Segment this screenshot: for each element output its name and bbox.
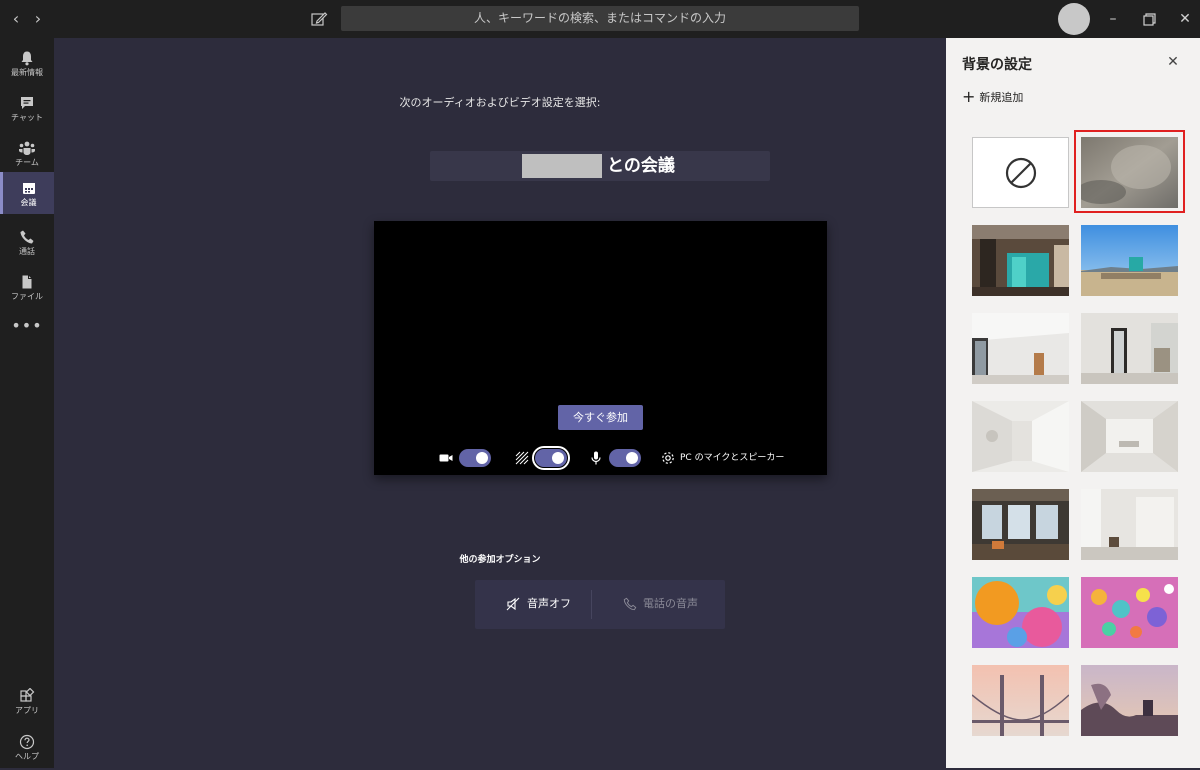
- plus-icon: +: [962, 87, 976, 106]
- background-option-balloons-pink[interactable]: [1081, 577, 1178, 648]
- other-join-options: 音声オフ 電話の音声: [475, 580, 725, 629]
- background-option-white-studio[interactable]: [1081, 489, 1178, 560]
- add-new-label: 新規追加: [979, 91, 1024, 104]
- background-option-white-room-2[interactable]: [1081, 313, 1178, 384]
- rail-item-activity[interactable]: 最新情報: [0, 44, 54, 86]
- video-preview: 今すぐ参加 PC のマイクとスピーカー: [374, 221, 827, 475]
- mic-toggle[interactable]: [609, 449, 641, 467]
- rail-label: チーム: [15, 158, 39, 167]
- microphone-icon: [591, 451, 601, 465]
- rail-label: 最新情報: [11, 68, 43, 77]
- phone-audio-option[interactable]: 電話の音声: [623, 596, 698, 612]
- rail-item-chat[interactable]: チャット: [0, 89, 54, 131]
- meeting-title-text: との会議: [607, 156, 675, 176]
- forward-arrow-icon[interactable]: ›: [28, 9, 48, 29]
- settings-prompt: 次のオーディオおよびビデオ設定を選択:: [399, 96, 601, 109]
- avatar[interactable]: [1058, 3, 1090, 35]
- background-option-fantasy-landscape[interactable]: [1081, 665, 1178, 736]
- background-option-office-loft[interactable]: [972, 225, 1069, 296]
- panel-title: 背景の設定: [962, 57, 1032, 73]
- rail-label: ヘルプ: [15, 752, 39, 761]
- join-now-button[interactable]: 今すぐ参加: [558, 405, 643, 430]
- rail-item-apps[interactable]: アプリ: [0, 682, 54, 724]
- app-rail: 最新情報 チャット チーム 会議 通話 ファイル ••• アプリ ヘルプ: [0, 38, 54, 768]
- maximize-icon[interactable]: [1139, 9, 1159, 29]
- search-input[interactable]: 人、キーワードの検索、またはコマンドの入力: [341, 6, 859, 31]
- audio-off-option[interactable]: 音声オフ: [505, 596, 571, 612]
- meeting-title: との会議: [430, 151, 770, 181]
- speaker-off-icon: [506, 597, 520, 611]
- device-settings-label[interactable]: PC のマイクとスピーカー: [680, 450, 784, 466]
- back-arrow-icon[interactable]: ‹: [6, 9, 26, 29]
- rail-item-files[interactable]: ファイル: [0, 268, 54, 310]
- rail-label: 通話: [19, 247, 35, 256]
- close-panel-icon[interactable]: ✕: [1166, 54, 1180, 70]
- chat-icon: [21, 97, 33, 109]
- selected-background-frame: [1074, 130, 1185, 213]
- apps-icon: [20, 688, 35, 702]
- background-option-white-arch-2[interactable]: [1081, 401, 1178, 472]
- close-icon[interactable]: ✕: [1175, 9, 1195, 29]
- bell-icon: [21, 51, 33, 66]
- background-settings-panel: 背景の設定 ✕ + 新規追加: [946, 38, 1200, 768]
- rail-item-calls[interactable]: 通話: [0, 223, 54, 265]
- redacted-name: [522, 154, 602, 178]
- rail-item-teams[interactable]: チーム: [0, 134, 54, 176]
- minimize-icon[interactable]: –: [1103, 9, 1123, 29]
- rail-item-meetings[interactable]: 会議: [0, 172, 54, 214]
- background-option-none[interactable]: [972, 137, 1069, 208]
- options-divider: [591, 590, 592, 619]
- background-option-balloons-orange[interactable]: [972, 577, 1069, 648]
- other-join-options-title: 他の参加オプション: [459, 555, 541, 565]
- title-bar: ‹ › 人、キーワードの検索、またはコマンドの入力 – ✕: [0, 0, 1200, 38]
- calendar-icon: [22, 183, 35, 194]
- background-option-office-windows[interactable]: [972, 489, 1069, 560]
- device-settings-gear-icon[interactable]: [660, 450, 676, 466]
- phone-icon: [20, 230, 34, 244]
- help-icon: [19, 734, 35, 750]
- compose-icon[interactable]: [309, 9, 329, 29]
- camera-icon: [439, 454, 453, 462]
- background-option-beach[interactable]: [1081, 225, 1178, 296]
- phone-audio-label: 電話の音声: [643, 597, 698, 610]
- rail-label: チャット: [11, 113, 43, 122]
- background-blur-toggle[interactable]: [532, 446, 570, 470]
- file-icon: [22, 275, 32, 289]
- no-background-icon: [1005, 157, 1036, 189]
- rail-label: アプリ: [15, 706, 39, 715]
- rail-item-help[interactable]: ヘルプ: [0, 728, 54, 770]
- background-option-white-room-1[interactable]: [972, 313, 1069, 384]
- phone-icon: [623, 597, 637, 611]
- rail-label: ファイル: [11, 292, 43, 301]
- more-apps-icon[interactable]: •••: [0, 316, 54, 335]
- background-blur-icon: [515, 451, 529, 465]
- video-toggle[interactable]: [459, 449, 491, 467]
- background-option-white-arch-1[interactable]: [972, 401, 1069, 472]
- rail-label: 会議: [20, 198, 37, 207]
- audio-off-label: 音声オフ: [527, 597, 571, 610]
- add-new-background-button[interactable]: + 新規追加: [962, 88, 1023, 107]
- teams-icon: [19, 141, 35, 155]
- background-option-bridge-sunset[interactable]: [972, 665, 1069, 736]
